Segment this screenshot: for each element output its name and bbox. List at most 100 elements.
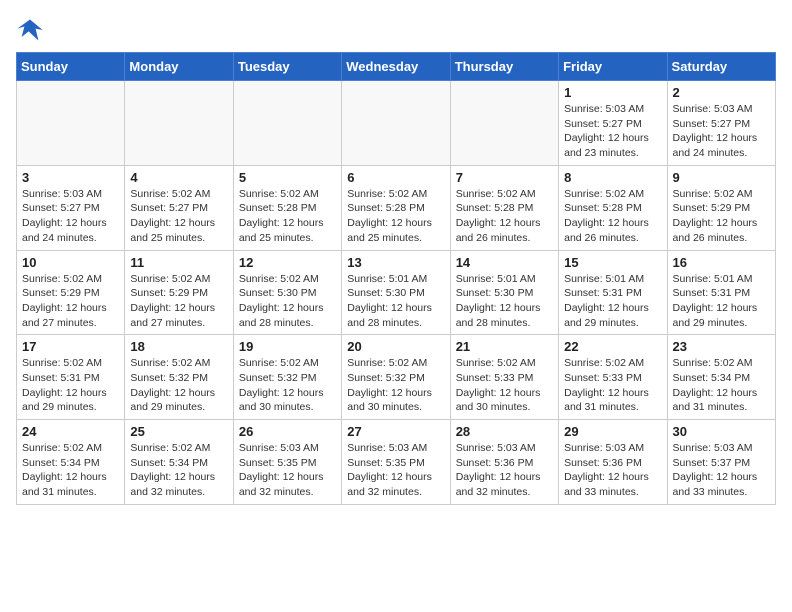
- calendar-cell: 25Sunrise: 5:02 AM Sunset: 5:34 PM Dayli…: [125, 420, 233, 505]
- day-number: 15: [564, 255, 661, 270]
- day-number: 26: [239, 424, 336, 439]
- day-info: Sunrise: 5:01 AM Sunset: 5:31 PM Dayligh…: [564, 272, 661, 331]
- header-wednesday: Wednesday: [342, 53, 450, 81]
- calendar-week-5: 24 Sunrise: 5:02 AM Sunset: 5:34 PM Dayli…: [17, 420, 776, 505]
- day-number: 29: [564, 424, 661, 439]
- day-info: Sunrise: 5:01 AM Sunset: 5:30 PM Dayligh…: [456, 272, 553, 331]
- calendar-cell: [450, 81, 558, 166]
- day-number: 9: [673, 170, 770, 185]
- day-number: 3: [22, 170, 119, 185]
- calendar-cell: 22 Sunrise: 5:02 AM Sunset: 5:33 PM Dayli…: [559, 335, 667, 420]
- calendar-week-3: 10 Sunrise: 5:02 AM Sunset: 5:29 PM Dayli…: [17, 250, 776, 335]
- calendar-cell: 21 Sunrise: 5:02 AM Sunset: 5:33 PM Dayli…: [450, 335, 558, 420]
- calendar-cell: [233, 81, 341, 166]
- day-info: Sunrise: 5:02 AM Sunset: 5:29 PM Dayligh…: [673, 187, 770, 246]
- calendar-cell: 5Sunrise: 5:02 AM Sunset: 5:28 PM Daylig…: [233, 165, 341, 250]
- calendar-cell: 9 Sunrise: 5:02 AM Sunset: 5:29 PM Daylig…: [667, 165, 775, 250]
- calendar-week-2: 3 Sunrise: 5:03 AM Sunset: 5:27 PM Daylig…: [17, 165, 776, 250]
- day-number: 2: [673, 85, 770, 100]
- day-info: Sunrise: 5:02 AM Sunset: 5:32 PM Dayligh…: [239, 356, 336, 415]
- logo: [16, 16, 48, 44]
- day-number: 19: [239, 339, 336, 354]
- day-info: Sunrise: 5:03 AM Sunset: 5:36 PM Dayligh…: [456, 441, 553, 500]
- calendar-cell: 17Sunrise: 5:02 AM Sunset: 5:31 PM Dayli…: [17, 335, 125, 420]
- day-info: Sunrise: 5:02 AM Sunset: 5:34 PM Dayligh…: [130, 441, 227, 500]
- day-number: 10: [22, 255, 119, 270]
- calendar-cell: 13 Sunrise: 5:01 AM Sunset: 5:30 PM Dayli…: [342, 250, 450, 335]
- header-saturday: Saturday: [667, 53, 775, 81]
- day-number: 17: [22, 339, 119, 354]
- calendar-cell: [125, 81, 233, 166]
- day-info: Sunrise: 5:03 AM Sunset: 5:27 PM Dayligh…: [22, 187, 119, 246]
- header-monday: Monday: [125, 53, 233, 81]
- day-info: Sunrise: 5:01 AM Sunset: 5:31 PM Dayligh…: [673, 272, 770, 331]
- calendar-cell: 12 Sunrise: 5:02 AM Sunset: 5:30 PM Dayli…: [233, 250, 341, 335]
- calendar-cell: 19 Sunrise: 5:02 AM Sunset: 5:32 PM Dayli…: [233, 335, 341, 420]
- day-info: Sunrise: 5:03 AM Sunset: 5:27 PM Dayligh…: [564, 102, 661, 161]
- calendar-cell: 15 Sunrise: 5:01 AM Sunset: 5:31 PM Dayli…: [559, 250, 667, 335]
- day-info: Sunrise: 5:02 AM Sunset: 5:28 PM Dayligh…: [347, 187, 444, 246]
- logo-bird-icon: [16, 16, 44, 44]
- day-number: 16: [673, 255, 770, 270]
- day-info: Sunrise: 5:03 AM Sunset: 5:35 PM Dayligh…: [347, 441, 444, 500]
- calendar-cell: 26 Sunrise: 5:03 AM Sunset: 5:35 PM Dayli…: [233, 420, 341, 505]
- day-number: 30: [673, 424, 770, 439]
- day-number: 8: [564, 170, 661, 185]
- day-info: Sunrise: 5:02 AM Sunset: 5:27 PM Dayligh…: [130, 187, 227, 246]
- calendar-cell: 16 Sunrise: 5:01 AM Sunset: 5:31 PM Dayli…: [667, 250, 775, 335]
- day-number: 18: [130, 339, 227, 354]
- page-header: [16, 16, 776, 44]
- day-number: 5: [239, 170, 336, 185]
- day-info: Sunrise: 5:02 AM Sunset: 5:28 PM Dayligh…: [456, 187, 553, 246]
- calendar-week-4: 17Sunrise: 5:02 AM Sunset: 5:31 PM Dayli…: [17, 335, 776, 420]
- calendar-cell: 8 Sunrise: 5:02 AM Sunset: 5:28 PM Daylig…: [559, 165, 667, 250]
- header-tuesday: Tuesday: [233, 53, 341, 81]
- day-number: 14: [456, 255, 553, 270]
- day-number: 24: [22, 424, 119, 439]
- calendar-week-1: 1 Sunrise: 5:03 AM Sunset: 5:27 PM Daylig…: [17, 81, 776, 166]
- day-info: Sunrise: 5:02 AM Sunset: 5:30 PM Dayligh…: [239, 272, 336, 331]
- day-number: 22: [564, 339, 661, 354]
- day-info: Sunrise: 5:03 AM Sunset: 5:35 PM Dayligh…: [239, 441, 336, 500]
- calendar-cell: 6 Sunrise: 5:02 AM Sunset: 5:28 PM Daylig…: [342, 165, 450, 250]
- calendar-cell: [17, 81, 125, 166]
- calendar-cell: 24 Sunrise: 5:02 AM Sunset: 5:34 PM Dayli…: [17, 420, 125, 505]
- day-info: Sunrise: 5:02 AM Sunset: 5:33 PM Dayligh…: [564, 356, 661, 415]
- calendar-cell: 4Sunrise: 5:02 AM Sunset: 5:27 PM Daylig…: [125, 165, 233, 250]
- day-number: 21: [456, 339, 553, 354]
- header-sunday: Sunday: [17, 53, 125, 81]
- day-number: 23: [673, 339, 770, 354]
- day-number: 11: [130, 255, 227, 270]
- day-info: Sunrise: 5:02 AM Sunset: 5:28 PM Dayligh…: [564, 187, 661, 246]
- calendar-cell: 11Sunrise: 5:02 AM Sunset: 5:29 PM Dayli…: [125, 250, 233, 335]
- calendar-cell: 2Sunrise: 5:03 AM Sunset: 5:27 PM Daylig…: [667, 81, 775, 166]
- calendar-cell: 10 Sunrise: 5:02 AM Sunset: 5:29 PM Dayli…: [17, 250, 125, 335]
- day-info: Sunrise: 5:02 AM Sunset: 5:29 PM Dayligh…: [22, 272, 119, 331]
- calendar-cell: 30Sunrise: 5:03 AM Sunset: 5:37 PM Dayli…: [667, 420, 775, 505]
- day-info: Sunrise: 5:03 AM Sunset: 5:36 PM Dayligh…: [564, 441, 661, 500]
- calendar-cell: 27 Sunrise: 5:03 AM Sunset: 5:35 PM Dayli…: [342, 420, 450, 505]
- calendar-cell: 18 Sunrise: 5:02 AM Sunset: 5:32 PM Dayli…: [125, 335, 233, 420]
- day-info: Sunrise: 5:02 AM Sunset: 5:32 PM Dayligh…: [347, 356, 444, 415]
- day-info: Sunrise: 5:02 AM Sunset: 5:32 PM Dayligh…: [130, 356, 227, 415]
- header-thursday: Thursday: [450, 53, 558, 81]
- day-info: Sunrise: 5:01 AM Sunset: 5:30 PM Dayligh…: [347, 272, 444, 331]
- day-number: 6: [347, 170, 444, 185]
- calendar-cell: 23 Sunrise: 5:02 AM Sunset: 5:34 PM Dayli…: [667, 335, 775, 420]
- calendar-cell: 28 Sunrise: 5:03 AM Sunset: 5:36 PM Dayli…: [450, 420, 558, 505]
- day-number: 13: [347, 255, 444, 270]
- day-info: Sunrise: 5:02 AM Sunset: 5:34 PM Dayligh…: [22, 441, 119, 500]
- day-number: 27: [347, 424, 444, 439]
- day-number: 7: [456, 170, 553, 185]
- day-number: 12: [239, 255, 336, 270]
- day-number: 20: [347, 339, 444, 354]
- calendar-cell: 20 Sunrise: 5:02 AM Sunset: 5:32 PM Dayli…: [342, 335, 450, 420]
- day-number: 28: [456, 424, 553, 439]
- day-info: Sunrise: 5:02 AM Sunset: 5:34 PM Dayligh…: [673, 356, 770, 415]
- calendar-cell: 3 Sunrise: 5:03 AM Sunset: 5:27 PM Daylig…: [17, 165, 125, 250]
- day-number: 1: [564, 85, 661, 100]
- calendar-cell: 29 Sunrise: 5:03 AM Sunset: 5:36 PM Dayli…: [559, 420, 667, 505]
- day-info: Sunrise: 5:02 AM Sunset: 5:33 PM Dayligh…: [456, 356, 553, 415]
- header-friday: Friday: [559, 53, 667, 81]
- calendar-cell: [342, 81, 450, 166]
